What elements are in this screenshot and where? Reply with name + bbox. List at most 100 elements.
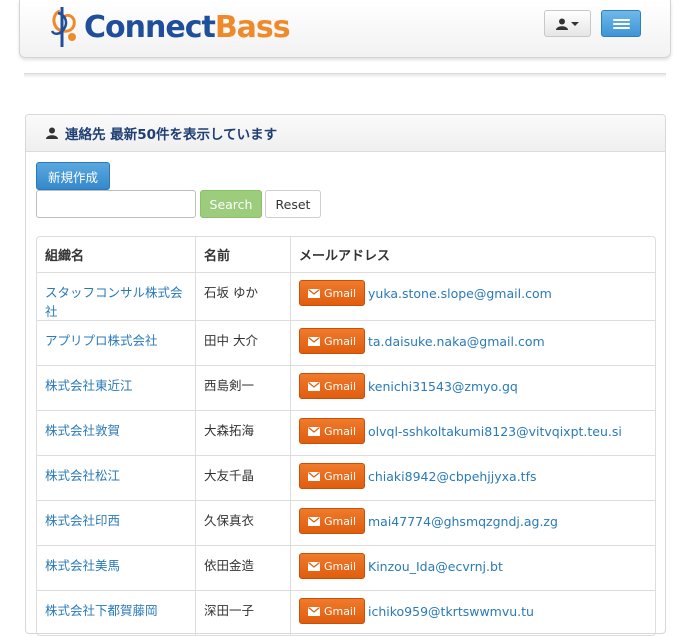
brand-connect-text: Connect (84, 9, 216, 45)
email-cell: Gmail ichiko959@tkrtswwmvu.tu (290, 590, 655, 635)
email-cell: Gmail ta.daisuke.naka@gmail.com (290, 320, 655, 365)
contact-name: 深田一子 (204, 603, 255, 618)
reset-button[interactable]: Reset (265, 190, 321, 218)
search-input[interactable] (36, 190, 196, 218)
contacts-panel: 連絡先 最新50件を表示しています 新規作成 Search Reset 組織名 … (25, 114, 666, 636)
contact-name: 久保真衣 (204, 513, 255, 528)
organization-link[interactable]: 株式会社下都賀藤岡 (45, 603, 158, 618)
organization-cell: アプリプロ株式会社 (37, 320, 195, 365)
column-header-email: メールアドレス (290, 237, 655, 272)
gmail-button-label: Gmail (323, 604, 357, 618)
email-link[interactable]: kenichi31543@zmyo.gq (368, 379, 518, 394)
brand-bass-text: Bass (214, 9, 291, 45)
hamburger-menu-button[interactable] (601, 10, 641, 37)
gmail-button-label: Gmail (323, 559, 357, 573)
panel-heading: 連絡先 最新50件を表示しています (26, 115, 665, 152)
panel-title: 連絡先 最新50件を表示しています (65, 127, 278, 143)
name-cell: 深田一子 (195, 590, 290, 635)
email-link[interactable]: ichiko959@tkrtswwmvu.tu (368, 604, 534, 619)
table-row: 株式会社東近江 西島剣一 Gmail kenichi31543@zmyo.gq (37, 365, 655, 410)
organization-link[interactable]: 株式会社東近江 (45, 378, 133, 393)
email-link[interactable]: Kinzou_Ida@ecvrnj.bt (368, 559, 503, 574)
organization-cell: スタッフコンサル株式会社 (37, 272, 195, 320)
gmail-button-label: Gmail (323, 334, 357, 348)
email-cell: Gmail chiaki8942@cbpehjjyxa.tfs (290, 455, 655, 500)
gmail-button[interactable]: Gmail (299, 328, 365, 354)
search-button[interactable]: Search (200, 190, 262, 218)
name-cell: 大友千晶 (195, 455, 290, 500)
contact-name: 田中 大介 (204, 333, 258, 348)
hamburger-icon (613, 19, 630, 21)
name-cell: 田中 大介 (195, 320, 290, 365)
email-link[interactable]: mai47774@ghsmqzgndj.ag.zg (368, 514, 558, 529)
name-cell: 石坂 ゆか (195, 272, 290, 320)
table-row: 株式会社下都賀藤岡 深田一子 Gmail ichiko959@tkrtswwmvu.t… (37, 590, 655, 635)
gmail-button-label: Gmail (323, 424, 357, 438)
gmail-button[interactable]: Gmail (299, 598, 365, 624)
contact-name: 大森拓海 (204, 423, 255, 438)
email-link[interactable]: ta.daisuke.naka@gmail.com (368, 334, 545, 349)
divider (24, 73, 666, 78)
new-contact-button[interactable]: 新規作成 (36, 162, 110, 190)
organization-link[interactable]: 株式会社松江 (45, 468, 120, 483)
envelope-icon (307, 516, 320, 526)
gmail-button[interactable]: Gmail (299, 373, 365, 399)
table-header-row: 組織名 名前 メールアドレス (37, 237, 655, 272)
contact-name: 大友千晶 (204, 468, 255, 483)
gmail-button[interactable]: Gmail (299, 508, 365, 534)
email-cell: Gmail yuka.stone.slope@gmail.com (290, 272, 655, 320)
table-row: 株式会社美馬 依田金造 Gmail Kinzou_Ida@ecvrnj.bt (37, 545, 655, 590)
organization-link[interactable]: 株式会社敦賀 (45, 423, 120, 438)
organization-cell: 株式会社東近江 (37, 365, 195, 410)
name-cell: 依田金造 (195, 545, 290, 590)
gmail-button[interactable]: Gmail (299, 463, 365, 489)
column-header-name: 名前 (195, 237, 290, 272)
envelope-icon (307, 336, 320, 346)
organization-link[interactable]: スタッフコンサル株式会社 (45, 285, 183, 319)
table-row: スタッフコンサル株式会社 石坂 ゆか Gmail yuka.stone.slope@g… (37, 272, 655, 320)
email-link[interactable]: olvql-sshkoltakumi8123@vitvqixpt.teu.si (368, 424, 622, 439)
user-icon (46, 127, 58, 139)
contact-name: 西島剣一 (204, 378, 255, 393)
table-row: 株式会社敦賀 大森拓海 Gmail olvql-sshkoltakumi8123@vi… (37, 410, 655, 455)
organization-cell: 株式会社印西 (37, 500, 195, 545)
email-link[interactable]: chiaki8942@cbpehjjyxa.tfs (368, 469, 537, 484)
organization-link[interactable]: 株式会社美馬 (45, 558, 120, 573)
organization-cell: 株式会社下都賀藤岡 (37, 590, 195, 635)
bass-clef-logo-icon (50, 7, 76, 47)
email-link[interactable]: yuka.stone.slope@gmail.com (368, 286, 552, 301)
email-cell: Gmail mai47774@ghsmqzgndj.ag.zg (290, 500, 655, 545)
gmail-button-label: Gmail (323, 469, 357, 483)
table-row: アプリプロ株式会社 田中 大介 Gmail ta.daisuke.naka@gmail… (37, 320, 655, 365)
table-row: 株式会社松江 大友千晶 Gmail chiaki8942@cbpehjjyxa.tfs (37, 455, 655, 500)
gmail-button-label: Gmail (323, 514, 357, 528)
contacts-table: 組織名 名前 メールアドレス スタッフコンサル株式会社 石坂 ゆか Gmail yuk… (36, 236, 656, 636)
name-cell: 大森拓海 (195, 410, 290, 455)
organization-link[interactable]: アプリプロ株式会社 (45, 333, 158, 348)
envelope-icon (307, 471, 320, 481)
envelope-icon (307, 381, 320, 391)
brand-logo[interactable]: ConnectBass (46, 4, 291, 50)
organization-cell: 株式会社敦賀 (37, 410, 195, 455)
email-cell: Gmail olvql-sshkoltakumi8123@vitvqixpt.te… (290, 410, 655, 455)
user-menu-button[interactable] (544, 10, 591, 37)
contact-name: 石坂 ゆか (204, 285, 258, 300)
envelope-icon (307, 561, 320, 571)
envelope-icon (307, 426, 320, 436)
user-icon (556, 18, 568, 30)
email-cell: Gmail kenichi31543@zmyo.gq (290, 365, 655, 410)
envelope-icon (307, 288, 320, 298)
chevron-down-icon (571, 21, 579, 26)
organization-cell: 株式会社松江 (37, 455, 195, 500)
gmail-button[interactable]: Gmail (299, 418, 365, 444)
gmail-button-label: Gmail (323, 286, 357, 300)
table-row: 株式会社印西 久保真衣 Gmail mai47774@ghsmqzgndj.ag.zg (37, 500, 655, 545)
column-header-organization: 組織名 (45, 249, 85, 264)
organization-link[interactable]: 株式会社印西 (45, 513, 120, 528)
gmail-button[interactable]: Gmail (299, 280, 365, 306)
gmail-button[interactable]: Gmail (299, 553, 365, 579)
gmail-button-label: Gmail (323, 379, 357, 393)
email-cell: Gmail Kinzou_Ida@ecvrnj.bt (290, 545, 655, 590)
contact-name: 依田金造 (204, 558, 255, 573)
name-cell: 西島剣一 (195, 365, 290, 410)
